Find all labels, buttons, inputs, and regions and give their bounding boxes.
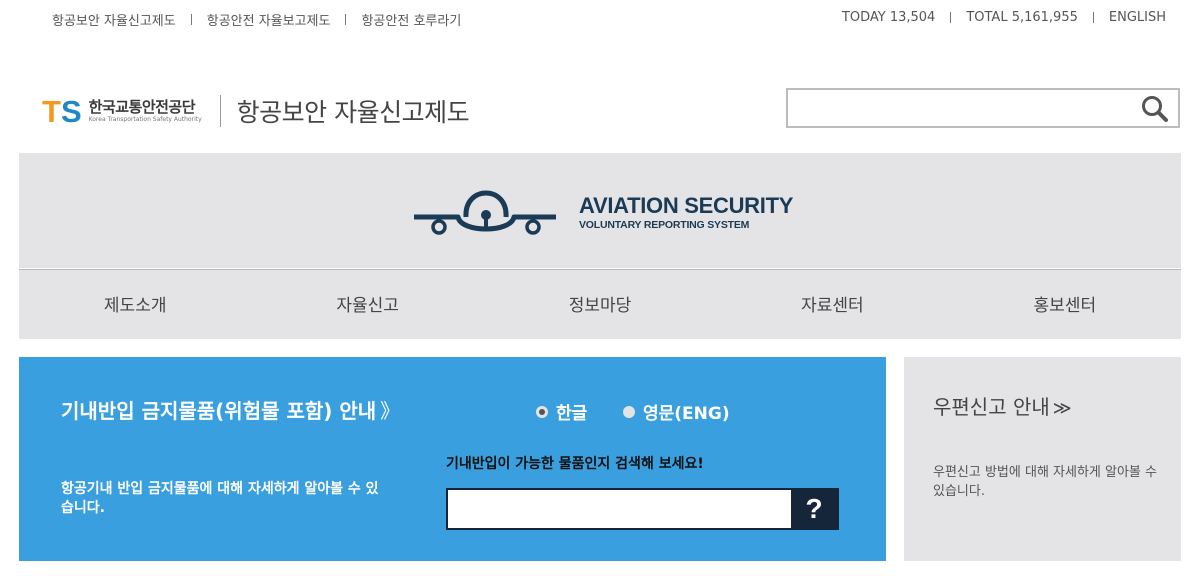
link-aviation-safety-reporting[interactable]: 항공안전 자율보고제도 xyxy=(207,10,331,29)
banner-subtitle: VOLUNTARY REPORTING SYSTEM xyxy=(579,219,750,231)
item-search-box: ? xyxy=(446,488,839,530)
chevron-right-icon: 》 xyxy=(380,399,401,423)
mail-report-panel: 우편신고 안내 ≫ 우편신고 방법에 대해 자세하게 알아볼 수 있습니다. xyxy=(904,357,1181,561)
total-visitor-count: TOTAL 5,161,955 xyxy=(966,10,1078,25)
org-name-korean: 한국교통안전공단 xyxy=(88,97,196,116)
double-chevron-right-icon: ≫ xyxy=(1052,398,1072,419)
link-aviation-security-reporting[interactable]: 항공보안 자율신고제도 xyxy=(52,10,176,29)
site-title: 항공보안 자율신고제도 xyxy=(236,98,470,127)
org-name-english: Korea Transportation Safety Authority xyxy=(88,115,202,123)
divider xyxy=(950,12,952,23)
today-visitor-count: TODAY 13,504 xyxy=(841,10,936,25)
logo-divider xyxy=(219,95,221,127)
divider xyxy=(190,14,192,25)
visitor-counter-bar: TODAY 13,504 TOTAL 5,161,955 ENGLISH xyxy=(842,10,1166,25)
item-search-label: 기내반입이 가능한 물품인지 검색해 보세요! xyxy=(446,456,704,472)
english-link[interactable]: ENGLISH xyxy=(1109,10,1166,25)
item-search-input[interactable] xyxy=(448,490,792,528)
radio-korean[interactable]: 한글 xyxy=(536,399,587,424)
nav-item-about[interactable]: 제도소개 xyxy=(19,270,251,339)
link-aviation-safety-whistle[interactable]: 항공안전 호루라기 xyxy=(361,10,461,29)
lock-airplane-icon xyxy=(414,190,556,235)
site-search-box xyxy=(786,88,1180,128)
prohibited-items-panel: 기내반입 금지물품(위험물 포함) 안내 》 한글 영문(ENG) 항공기내 반입… xyxy=(19,357,886,561)
mail-report-title[interactable]: 우편신고 안내 ≫ xyxy=(933,391,1072,420)
radio-korean-label: 한글 xyxy=(556,404,588,424)
site-search-input[interactable] xyxy=(788,90,1128,126)
site-logo[interactable]: T S 한국교통안전공단 Korea Transportation Safety… xyxy=(42,93,470,129)
radio-english[interactable]: 영문(ENG) xyxy=(623,399,730,424)
main-navigation: 제도소개 자율신고 정보마당 자료센터 홍보센터 xyxy=(19,269,1181,339)
nav-item-resources[interactable]: 자료센터 xyxy=(716,270,948,339)
nav-item-information[interactable]: 정보마당 xyxy=(484,270,716,339)
main-banner: AVIATION SECURITY VOLUNTARY REPORTING SY… xyxy=(19,153,1181,268)
prohibited-items-title[interactable]: 기내반입 금지물품(위험물 포함) 안내 》 xyxy=(61,395,400,424)
divider xyxy=(345,14,347,25)
radio-english-label: 영문(ENG) xyxy=(643,404,730,424)
prohibited-items-description: 항공기내 반입 금지물품에 대해 자세하게 알아볼 수 있습니다. xyxy=(61,481,379,516)
prohibited-items-title-text: 기내반입 금지물품(위험물 포함) 안내 xyxy=(61,399,377,423)
ts-logo-mark: T S xyxy=(42,96,82,127)
item-search-button[interactable]: ? xyxy=(791,490,837,528)
logo-letter-s: S xyxy=(60,93,82,129)
mail-report-title-text: 우편신고 안내 xyxy=(933,395,1050,419)
mail-report-description: 우편신고 방법에 대해 자세하게 알아볼 수 있습니다. xyxy=(933,465,1157,499)
nav-item-promotion[interactable]: 홍보센터 xyxy=(949,270,1181,339)
top-utility-bar: 항공보안 자율신고제도 항공안전 자율보고제도 항공안전 호루라기 TODAY … xyxy=(0,0,1199,38)
divider xyxy=(1092,12,1094,23)
nav-item-voluntary-report[interactable]: 자율신고 xyxy=(251,270,483,339)
radio-dot-icon xyxy=(623,405,635,418)
radio-dot-icon xyxy=(536,405,548,418)
org-name: 한국교통안전공단 Korea Transportation Safety Aut… xyxy=(88,97,202,124)
search-icon[interactable] xyxy=(1140,94,1170,124)
banner-title: AVIATION SECURITY xyxy=(579,193,794,218)
related-sites-links: 항공보안 자율신고제도 항공안전 자율보고제도 항공안전 호루라기 xyxy=(52,10,461,29)
logo-letter-t: T xyxy=(42,93,61,129)
